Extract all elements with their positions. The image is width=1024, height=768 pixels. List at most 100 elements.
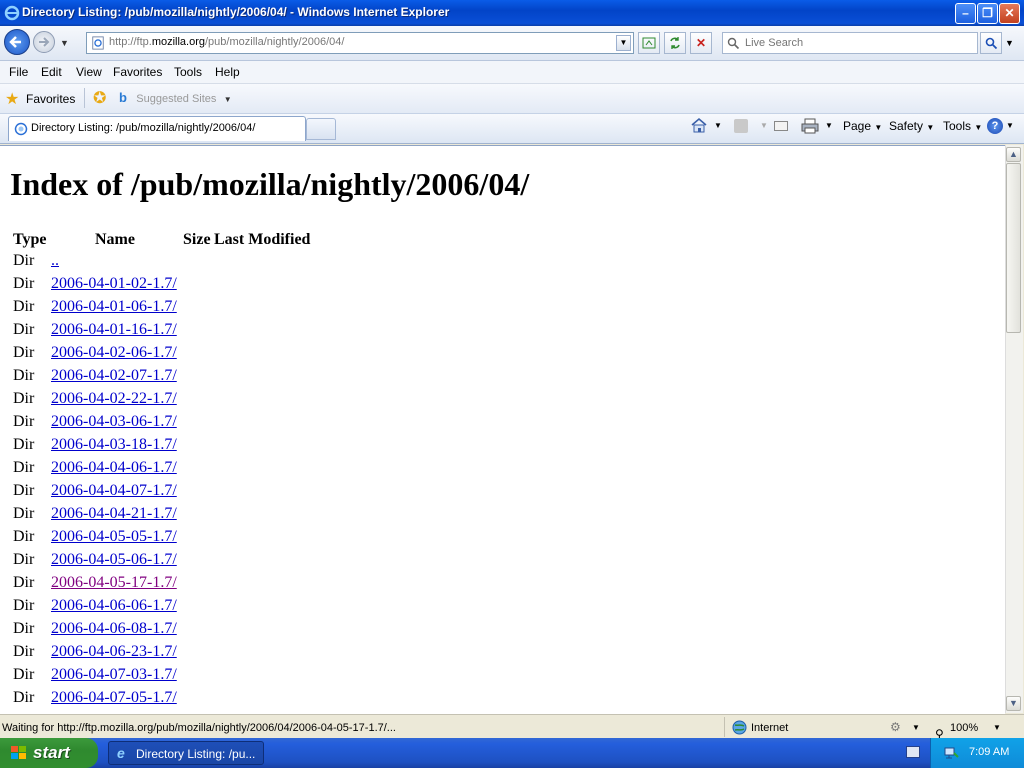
network-icon[interactable] [943,745,959,761]
status-divider [724,717,725,737]
directory-link[interactable]: 2006-04-04-06-1.7/ [51,459,177,477]
directory-link[interactable]: 2006-04-05-06-1.7/ [51,551,177,569]
directory-link[interactable]: 2006-04-05-05-1.7/ [51,528,177,546]
add-to-favorites-icon[interactable]: ✪ [93,88,106,108]
forward-button[interactable] [33,31,55,53]
home-button[interactable] [690,117,708,136]
clock[interactable]: 7:09 AM [969,746,1009,758]
directory-link[interactable]: 2006-04-03-18-1.7/ [51,436,177,454]
compatibility-view-button[interactable] [638,32,660,54]
close-button[interactable]: ✕ [999,3,1020,24]
read-mail-icon[interactable] [774,121,788,131]
maximize-button[interactable]: ❐ [977,3,998,24]
search-box[interactable] [722,32,978,54]
print-button[interactable] [801,118,819,137]
directory-link[interactable]: 2006-04-06-06-1.7/ [51,597,177,615]
directory-link[interactable]: 2006-04-07-03-1.7/ [51,666,177,684]
favorites-label: Favorites [26,92,76,106]
row-type: Dir [13,574,35,591]
row-type: Dir [13,367,35,384]
zoom-level: 100% [950,722,979,734]
refresh-button[interactable] [664,32,686,54]
table-row: Dir 2006-04-05-06-1.7/ [0,551,400,574]
address-bar[interactable]: http://ftp.mozilla.org/pub/mozilla/night… [86,32,634,54]
directory-link[interactable]: 2006-04-07-05-1.7/ [51,689,177,707]
recent-pages-dropdown-icon[interactable]: ▼ [60,38,69,48]
directory-link[interactable]: 2006-04-06-08-1.7/ [51,620,177,638]
page-chevron-icon: ▼ [874,123,883,132]
suggested-sites-button[interactable]: b Suggested Sites ▼ [119,90,232,105]
scroll-down-button[interactable]: ▼ [1006,696,1021,711]
scroll-thumb[interactable] [1006,163,1021,333]
directory-link[interactable]: 2006-04-01-02-1.7/ [51,275,177,293]
print-dropdown-icon[interactable]: ▼ [825,121,833,130]
protected-mode-icon[interactable]: ⚙ [890,720,904,734]
tools-menu-button[interactable]: Tools ▼ [943,119,982,133]
ie-logo-icon [4,5,20,21]
feeds-dropdown-icon[interactable]: ▼ [760,121,768,130]
search-options-dropdown-icon[interactable]: ▼ [1005,38,1014,48]
row-type: Dir [13,275,35,292]
directory-link[interactable]: 2006-04-01-06-1.7/ [51,298,177,316]
taskbar-item-label: Directory Listing: /pu... [136,747,256,761]
safety-menu-button[interactable]: Safety ▼ [889,119,934,133]
menu-help[interactable]: Help [215,65,240,79]
help-icon[interactable]: ? [987,118,1003,134]
help-dropdown-icon[interactable]: ▼ [1006,121,1014,130]
directory-link[interactable]: 2006-04-02-22-1.7/ [51,390,177,408]
new-tab-button[interactable] [306,118,336,140]
title-bar[interactable]: Directory Listing: /pub/mozilla/nightly/… [0,0,1024,26]
address-dropdown-icon[interactable]: ▼ [616,35,631,51]
stop-button[interactable]: ✕ [690,32,712,54]
directory-link[interactable]: 2006-04-01-16-1.7/ [51,321,177,339]
directory-link[interactable]: 2006-04-02-06-1.7/ [51,344,177,362]
menu-view[interactable]: View [76,65,102,79]
table-row: Dir 2006-04-02-22-1.7/ [0,390,400,413]
keyboard-icon[interactable] [906,746,920,758]
directory-link[interactable]: 2006-04-02-07-1.7/ [51,367,177,385]
tab-active[interactable]: Directory Listing: /pub/mozilla/nightly/… [8,116,306,141]
address-url[interactable]: http://ftp.mozilla.org/pub/mozilla/night… [109,36,344,48]
row-type: Dir [13,643,35,660]
row-type: Dir [13,436,35,453]
directory-link[interactable]: 2006-04-03-06-1.7/ [51,413,177,431]
menu-favorites[interactable]: Favorites [113,65,162,79]
page-icon [92,36,104,50]
taskbar-item-ie[interactable]: e Directory Listing: /pu... [108,741,264,765]
status-bar: Waiting for http://ftp.mozilla.org/pub/m… [0,714,1024,741]
search-go-button[interactable] [980,32,1002,54]
directory-link[interactable]: .. [51,252,59,270]
column-header-type: Type [13,231,47,248]
table-row: Dir 2006-04-05-17-1.7/ [0,574,400,597]
menu-tools[interactable]: Tools [174,65,202,79]
stop-icon: ✕ [695,36,707,50]
protected-mode-dropdown-icon[interactable]: ▼ [912,723,920,732]
table-row: Dir 2006-04-05-05-1.7/ [0,528,400,551]
row-type: Dir [13,551,35,568]
back-button[interactable] [4,29,30,55]
feeds-icon[interactable] [734,119,748,133]
directory-link[interactable]: 2006-04-04-07-1.7/ [51,482,177,500]
tab-title: Directory Listing: /pub/mozilla/nightly/… [31,122,256,134]
directory-link[interactable]: 2006-04-04-21-1.7/ [51,505,177,523]
directory-link[interactable]: 2006-04-06-23-1.7/ [51,643,177,661]
search-input[interactable] [743,36,967,50]
favorites-divider [84,88,85,108]
home-dropdown-icon[interactable]: ▼ [714,121,722,130]
page-menu-button[interactable]: Page ▼ [843,119,882,133]
menu-file[interactable]: File [9,65,28,79]
row-type: Dir [13,528,35,545]
page-content: Index of /pub/mozilla/nightly/2006/04/ T… [0,145,1005,714]
magnifier-icon [985,37,997,50]
zoom-dropdown-icon[interactable]: ▼ [993,723,1001,732]
minimize-button[interactable]: – [955,3,976,24]
table-row: Dir 2006-04-02-07-1.7/ [0,367,400,390]
row-type: Dir [13,459,35,476]
menu-edit[interactable]: Edit [41,65,62,79]
row-type: Dir [13,298,35,315]
table-row: Dir 2006-04-03-06-1.7/ [0,413,400,436]
scroll-up-button[interactable]: ▲ [1006,147,1021,162]
table-row: Dir 2006-04-06-06-1.7/ [0,597,400,620]
start-button[interactable]: start [0,738,98,768]
directory-link[interactable]: 2006-04-05-17-1.7/ [51,574,177,592]
